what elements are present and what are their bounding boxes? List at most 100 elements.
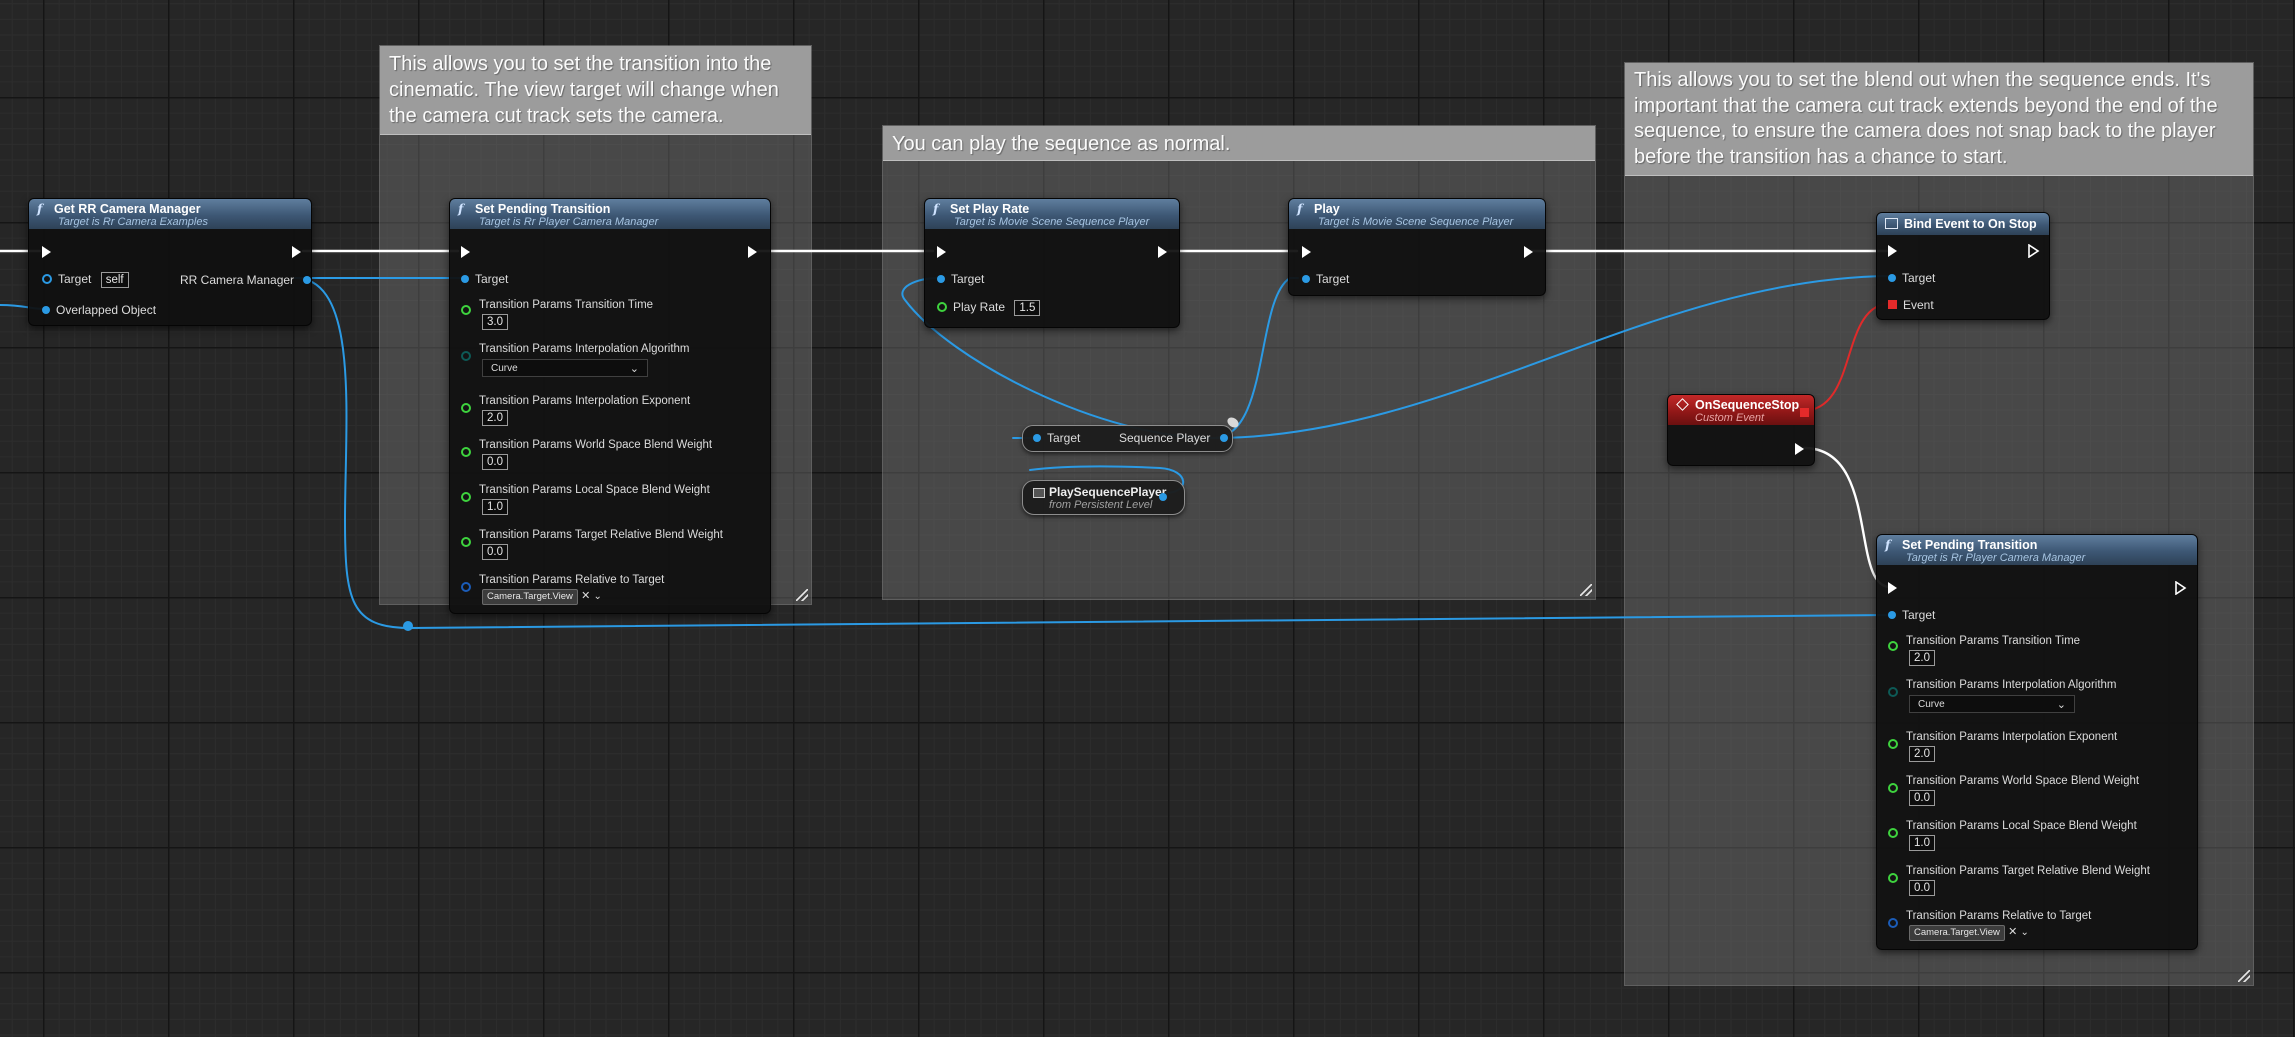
interpolation-exponent-input[interactable]: 2.0 — [1909, 746, 1935, 762]
exec-in-pin[interactable] — [42, 246, 51, 258]
enum-pin-icon[interactable] — [461, 351, 471, 361]
close-icon[interactable]: ✕ — [581, 590, 590, 602]
object-pin-icon[interactable] — [303, 275, 312, 284]
pin-target[interactable]: Target — [1302, 272, 1349, 286]
param-transition-time[interactable]: Transition Params Transition Time 3.0 — [461, 299, 653, 330]
param-world-space-blend-weight[interactable]: Transition Params World Space Blend Weig… — [1888, 775, 2139, 806]
comment-play[interactable]: You can play the sequence as normal. — [882, 125, 1596, 600]
float-pin-icon[interactable] — [461, 447, 471, 457]
chevron-down-icon[interactable]: ⌄ — [2021, 927, 2029, 938]
param-interpolation-exponent[interactable]: Transition Params Interpolation Exponent… — [1888, 731, 2117, 762]
object-pin-icon[interactable] — [42, 305, 50, 314]
pin-rr-camera-manager[interactable]: RR Camera Manager — [180, 273, 312, 287]
resize-grip[interactable] — [2238, 970, 2250, 982]
node-play-sequence-player-ref[interactable]: PlaySequencePlayer from Persistent Level — [1022, 480, 1185, 515]
exec-out-pin[interactable] — [748, 246, 757, 258]
pin-event[interactable]: Event — [1888, 298, 1934, 312]
gameplay-tag-chip[interactable]: Camera.Target.View — [1909, 925, 2005, 941]
node-get-rr-camera-manager[interactable]: f Get RR Camera Manager Target is Rr Came… — [28, 198, 312, 326]
interpolation-algorithm-dropdown[interactable]: Curve ⌄ — [1909, 695, 2075, 713]
exec-in-pin[interactable] — [461, 246, 470, 258]
float-pin-icon[interactable] — [1888, 783, 1898, 793]
pin-sequence-player[interactable]: Sequence Player — [1119, 431, 1228, 445]
param-local-space-blend-weight[interactable]: Transition Params Local Space Blend Weig… — [461, 484, 710, 515]
target-self-value[interactable]: self — [100, 272, 129, 288]
float-pin-icon[interactable] — [461, 403, 471, 413]
pin-target[interactable]: Target — [1888, 608, 1935, 622]
exec-in-pin[interactable] — [1302, 246, 1311, 258]
float-pin-icon[interactable] — [461, 492, 471, 502]
param-local-space-blend-weight[interactable]: Transition Params Local Space Blend Weig… — [1888, 820, 2137, 851]
float-pin-icon[interactable] — [937, 301, 947, 312]
object-pin-icon[interactable] — [461, 274, 469, 283]
target-relative-blend-weight-input[interactable]: 0.0 — [1909, 880, 1935, 896]
struct-pin-icon[interactable] — [461, 582, 471, 592]
exec-in-pin[interactable] — [1888, 582, 1897, 594]
param-interpolation-exponent[interactable]: Transition Params Interpolation Exponent… — [461, 395, 690, 426]
exec-in-pin[interactable] — [1888, 245, 1897, 257]
object-pin-icon[interactable] — [1033, 433, 1041, 442]
float-pin-icon[interactable] — [461, 537, 471, 547]
world-space-blend-weight-input[interactable]: 0.0 — [1909, 790, 1935, 806]
param-transition-time[interactable]: Transition Params Transition Time 2.0 — [1888, 635, 2080, 666]
float-pin-icon[interactable] — [1888, 739, 1898, 749]
pin-target[interactable]: Target — [461, 272, 508, 286]
transition-time-input[interactable]: 2.0 — [1909, 650, 1935, 666]
world-space-blend-weight-input[interactable]: 0.0 — [482, 454, 508, 470]
local-space-blend-weight-input[interactable]: 1.0 — [482, 499, 508, 515]
chevron-down-icon[interactable]: ⌄ — [594, 591, 602, 602]
enum-pin-icon[interactable] — [1888, 687, 1898, 697]
node-on-sequence-stop[interactable]: OnSequenceStop Custom Event — [1667, 394, 1815, 466]
close-icon[interactable]: ✕ — [2008, 926, 2017, 938]
object-pin-icon[interactable] — [1219, 433, 1228, 442]
delegate-pin-icon[interactable] — [1888, 300, 1897, 310]
node-get-sequence-player[interactable]: Target Sequence Player — [1022, 415, 1241, 452]
float-pin-icon[interactable] — [1888, 828, 1898, 838]
interpolation-exponent-input[interactable]: 2.0 — [482, 410, 508, 426]
exec-out-pin[interactable] — [1795, 443, 1804, 455]
param-relative-to-target[interactable]: Transition Params Relative to Target Cam… — [1888, 910, 2091, 941]
pin-target[interactable]: Target — [937, 272, 984, 286]
comment-title[interactable]: This allows you to set the blend out whe… — [1625, 63, 2253, 176]
object-pin-icon[interactable] — [1302, 274, 1310, 283]
object-pin-icon[interactable] — [42, 273, 52, 284]
target-relative-blend-weight-input[interactable]: 0.0 — [482, 544, 508, 560]
object-pin-icon[interactable] — [1159, 493, 1167, 501]
comment-title[interactable]: You can play the sequence as normal. — [883, 126, 1595, 161]
exec-out-pin[interactable] — [2175, 581, 2187, 595]
float-pin-icon[interactable] — [461, 305, 471, 315]
pin-target[interactable]: Target — [1888, 271, 1935, 285]
exec-out-pin[interactable] — [1158, 246, 1167, 258]
exec-out-pin[interactable] — [2028, 244, 2040, 258]
pin-overlapped-object[interactable]: Overlapped Object — [42, 303, 156, 317]
exec-out-pin[interactable] — [1524, 246, 1533, 258]
param-target-relative-blend-weight[interactable]: Transition Params Target Relative Blend … — [1888, 865, 2150, 896]
node-set-play-rate[interactable]: f Set Play Rate Target is Movie Scene Seq… — [924, 198, 1180, 328]
exec-out-pin[interactable] — [292, 246, 301, 258]
play-rate-input[interactable]: 1.5 — [1014, 300, 1041, 316]
float-pin-icon[interactable] — [1888, 873, 1898, 883]
exec-in-pin[interactable] — [937, 246, 946, 258]
object-pin-icon[interactable] — [1888, 610, 1896, 619]
param-world-space-blend-weight[interactable]: Transition Params World Space Blend Weig… — [461, 439, 712, 470]
pin-target[interactable]: Target self — [42, 272, 129, 288]
object-pin-icon[interactable] — [1888, 273, 1896, 282]
param-interpolation-algorithm[interactable]: Transition Params Interpolation Algorith… — [1888, 679, 2117, 713]
node-play[interactable]: f Play Target is Movie Scene Sequence Pla… — [1288, 198, 1546, 296]
object-pin-icon[interactable] — [937, 274, 945, 283]
local-space-blend-weight-input[interactable]: 1.0 — [1909, 835, 1935, 851]
delegate-out-pin[interactable] — [1800, 408, 1809, 417]
node-bind-event-to-on-stop[interactable]: Bind Event to On Stop Target Event — [1876, 212, 2050, 320]
gameplay-tag-chip[interactable]: Camera.Target.View — [482, 589, 578, 605]
resize-grip[interactable] — [1580, 584, 1592, 596]
struct-pin-icon[interactable] — [1888, 918, 1898, 928]
float-pin-icon[interactable] — [1888, 641, 1898, 651]
pin-target[interactable]: Target — [1033, 431, 1080, 445]
comment-title[interactable]: This allows you to set the transition in… — [380, 46, 811, 135]
node-set-pending-transition-out[interactable]: f Set Pending Transition Target is Rr Pla… — [1876, 534, 2198, 950]
param-relative-to-target[interactable]: Transition Params Relative to Target Cam… — [461, 574, 664, 605]
resize-grip[interactable] — [796, 589, 808, 601]
transition-time-input[interactable]: 3.0 — [482, 314, 508, 330]
node-set-pending-transition-in[interactable]: f Set Pending Transition Target is Rr Pla… — [449, 198, 771, 614]
pin-play-rate[interactable]: Play Rate 1.5 — [937, 300, 1041, 316]
